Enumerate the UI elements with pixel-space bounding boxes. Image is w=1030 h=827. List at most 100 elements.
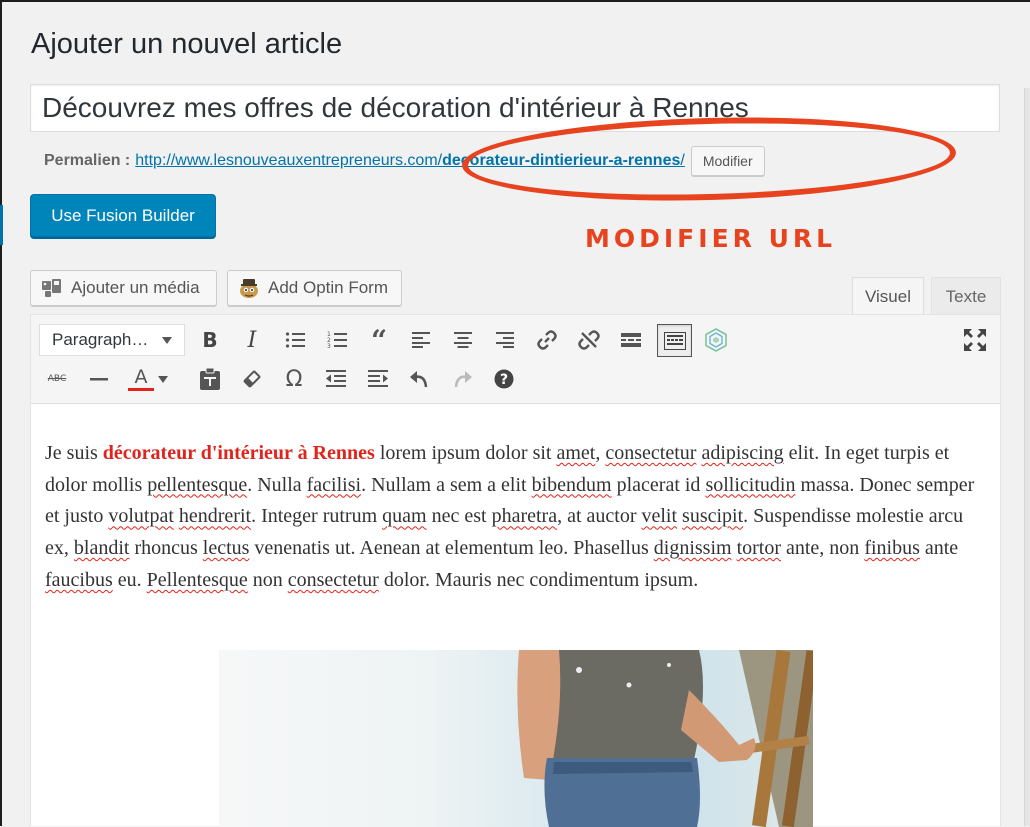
misspelled-word: tortor xyxy=(736,537,781,560)
misspelled-word: volutpat xyxy=(108,505,174,528)
bold-icon[interactable]: B xyxy=(194,324,226,356)
misspelled-word: adipiscing xyxy=(701,442,784,464)
misspelled-word: hendrerit xyxy=(178,505,252,528)
content-editor: Paragraph… B I 123 “ ABC A Ω ? Je suis d… xyxy=(30,314,1001,827)
misspelled-word: suscipit xyxy=(682,505,744,528)
remove-link-icon[interactable] xyxy=(573,324,605,356)
window-top-border xyxy=(0,0,1030,2)
format-select-value: Paragraph… xyxy=(52,330,149,349)
misspelled-word: amet xyxy=(556,442,596,464)
tab-text[interactable]: Texte xyxy=(931,277,1001,315)
misspelled-word: lectus xyxy=(202,537,250,560)
modify-permalink-button[interactable]: Modifier xyxy=(690,146,765,176)
permalink-link[interactable]: http://www.lesnouveauxentrepreneurs.com/… xyxy=(135,152,685,170)
text-run: . Integer rutrum xyxy=(251,505,383,528)
toolbar-toggle-icon[interactable] xyxy=(657,324,692,357)
add-media-button[interactable]: Ajouter un média xyxy=(30,270,217,306)
text-run: eu. xyxy=(112,568,147,591)
text-color-icon[interactable]: A xyxy=(125,363,157,395)
post-image[interactable] xyxy=(219,650,813,827)
misspelled-word: finibus xyxy=(864,537,920,560)
redo-icon[interactable] xyxy=(446,363,478,395)
help-icon[interactable]: ? xyxy=(488,363,520,395)
optin-monster-icon xyxy=(238,277,260,299)
indent-icon[interactable] xyxy=(362,363,394,395)
misspelled-word: pellentesque xyxy=(147,473,248,496)
misspelled-word: bibendum xyxy=(531,473,612,496)
misspelled-word: sollicitudin xyxy=(705,473,796,496)
post-title-input[interactable] xyxy=(30,84,1000,132)
outdent-icon[interactable] xyxy=(320,363,352,395)
misspelled-word: velit xyxy=(641,505,678,528)
permalink-url-trailing: / xyxy=(680,152,685,169)
add-media-label: Ajouter un média xyxy=(71,278,200,297)
admin-menu-edge xyxy=(0,205,3,245)
tab-visual[interactable]: Visuel xyxy=(852,277,924,316)
misspelled-word: consectetur xyxy=(287,568,379,591)
permalink-url-slug: decorateur-dintierieur-a-rennes xyxy=(442,152,681,169)
text-run: placerat id xyxy=(611,473,706,496)
use-fusion-builder-button[interactable]: Use Fusion Builder xyxy=(30,194,216,237)
text-color-dropdown-icon[interactable] xyxy=(155,363,171,395)
chevron-down-icon xyxy=(162,336,172,344)
svg-text:3: 3 xyxy=(327,343,331,349)
text-run: dolor. Mauris nec condimentum ipsum. xyxy=(378,568,699,591)
permalink-url-base: http://www.lesnouveauxentrepreneurs.com/ xyxy=(135,152,443,169)
special-character-icon[interactable]: Ω xyxy=(278,363,310,395)
insert-link-icon[interactable] xyxy=(531,324,563,356)
page-title: Ajouter un nouvel article xyxy=(31,28,343,60)
misspelled-word: consectetur xyxy=(605,442,697,464)
svg-text:?: ? xyxy=(500,372,508,388)
text-run: venenatis ut. Aenean at elementum leo. P… xyxy=(249,537,654,560)
permalink-row: Permalien : http://www.lesnouveauxentrep… xyxy=(44,146,765,176)
text-run: , at auctor xyxy=(557,505,642,528)
misspelled-word: quam xyxy=(382,505,427,528)
extension-logo-icon[interactable] xyxy=(700,324,732,356)
misspelled-word: Pellentesque xyxy=(146,568,248,591)
numbered-list-icon[interactable]: 123 xyxy=(321,324,353,356)
align-center-icon[interactable] xyxy=(447,324,479,356)
misspelled-word: blandit xyxy=(73,537,130,560)
media-icon xyxy=(41,278,63,298)
text-color-swatch xyxy=(128,387,154,391)
sidebar-edge xyxy=(1024,88,1030,826)
undo-icon[interactable] xyxy=(404,363,436,395)
text-run: Je suis xyxy=(45,442,103,464)
align-right-icon[interactable] xyxy=(489,324,521,356)
add-optin-form-button[interactable]: Add Optin Form xyxy=(227,270,402,306)
painter-photo-illustration xyxy=(517,650,813,827)
fullscreen-icon[interactable] xyxy=(959,324,991,356)
editor-content[interactable]: Je suis décorateur d'intérieur à Rennes … xyxy=(45,438,990,597)
text-run: nec est xyxy=(426,505,492,528)
text-color-letter: A xyxy=(134,365,148,388)
keyword-highlight: décorateur d'intérieur à Rennes xyxy=(102,442,375,464)
text-run: ante xyxy=(919,537,959,560)
misspelled-word: facilisi xyxy=(306,473,362,496)
text-run: . Nullam a sem a elit xyxy=(361,473,532,496)
bulleted-list-icon[interactable] xyxy=(279,324,311,356)
misspelled-word: faucibus xyxy=(45,568,113,591)
blockquote-icon[interactable]: “ xyxy=(363,324,395,357)
text-run: rhoncus xyxy=(129,537,203,560)
misspelled-word: pharetra xyxy=(491,505,558,528)
text-run: non xyxy=(247,568,288,591)
text-run: lorem ipsum dolor sit xyxy=(374,442,557,464)
clear-formatting-icon[interactable] xyxy=(236,363,268,395)
add-optin-form-label: Add Optin Form xyxy=(268,278,388,297)
paste-as-text-icon[interactable] xyxy=(194,363,226,395)
window-left-border xyxy=(0,0,2,826)
editor-toolbar: Paragraph… B I 123 “ ABC A Ω ? xyxy=(31,315,1000,404)
read-more-icon[interactable] xyxy=(615,324,647,356)
align-left-icon[interactable] xyxy=(405,324,437,356)
text-run: . Nulla xyxy=(247,473,307,496)
format-select[interactable]: Paragraph… xyxy=(39,324,185,356)
text-run: , xyxy=(595,442,606,464)
annotation-text: MODIFIER URL xyxy=(585,224,837,253)
horizontal-line-icon[interactable] xyxy=(83,363,115,395)
permalink-label: Permalien : xyxy=(44,152,131,169)
misspelled-word: dignissim xyxy=(653,537,732,560)
chevron-down-icon xyxy=(158,375,168,383)
italic-icon[interactable]: I xyxy=(236,324,268,356)
strikethrough-icon[interactable]: ABC xyxy=(41,363,73,395)
text-run: ante, non xyxy=(781,537,865,560)
